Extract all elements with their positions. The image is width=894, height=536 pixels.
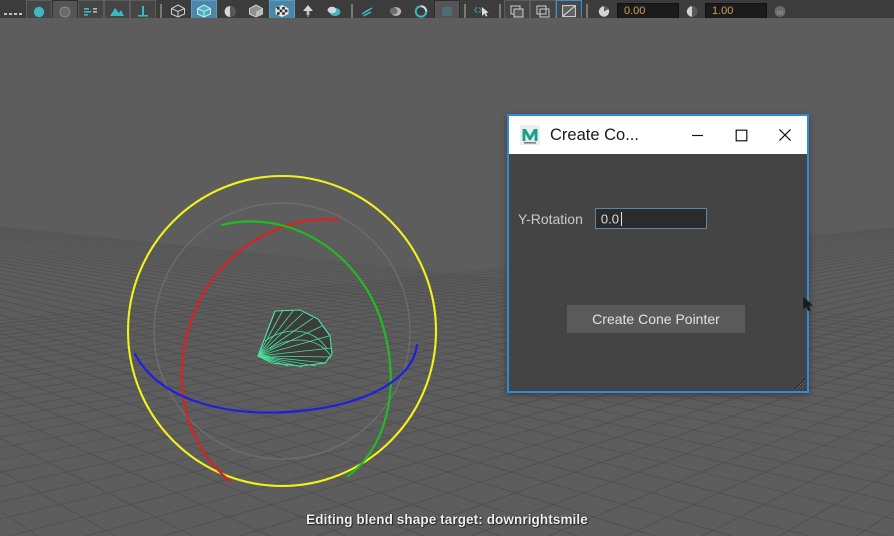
flat-shade-button[interactable]: [243, 0, 269, 18]
shadows-button[interactable]: [321, 0, 347, 18]
exposure-dial-icon: [598, 6, 610, 17]
smooth-shade-all-button[interactable]: [191, 0, 217, 18]
separator-1: [156, 0, 165, 18]
gamma-dial-button[interactable]: [679, 0, 705, 18]
minimize-button[interactable]: [675, 116, 719, 154]
render-settings-button[interactable]: [52, 0, 78, 18]
display-layer-button[interactable]: [530, 0, 556, 18]
exposure-dial-button[interactable]: [591, 0, 617, 18]
shade-selected-button[interactable]: [217, 0, 243, 18]
motion-blur-icon: [361, 7, 373, 17]
resize-grip-icon[interactable]: [792, 376, 806, 390]
hypershade-button[interactable]: [78, 0, 104, 18]
y-rotation-input[interactable]: 0.0: [594, 208, 707, 229]
grid-toggle-icon: [562, 5, 576, 18]
lighting-button[interactable]: [295, 0, 321, 18]
anti-alias-icon: [414, 5, 428, 18]
wireframe-shading-button[interactable]: [165, 0, 191, 18]
viewport-preset-button[interactable]: [434, 0, 460, 18]
motion-blur-button[interactable]: [356, 0, 382, 18]
dialog-title-bar[interactable]: Create Co...: [509, 116, 807, 154]
minimize-icon: [691, 134, 703, 136]
lighting-icon: [303, 5, 313, 17]
create-cone-pointer-dialog[interactable]: Create Co... Y-Rotation 0.0 Create Cone …: [507, 114, 809, 393]
render-view-icon: [110, 8, 124, 16]
close-button[interactable]: [763, 116, 807, 154]
shade-selected-icon: [224, 6, 236, 17]
wireframe-shading-icon: [171, 4, 185, 18]
hypershade-icon: [84, 8, 97, 16]
dialog-body: Y-Rotation 0.0 Create Cone Pointer: [509, 154, 807, 391]
y-rotation-value: 0.0: [600, 211, 619, 226]
sphere-render-icon: [33, 6, 45, 18]
ipr-render-button[interactable]: [130, 0, 156, 18]
close-icon: [778, 128, 792, 142]
separator-3: [460, 0, 469, 18]
viewport-preset-icon: [442, 7, 452, 16]
separator-4: [495, 0, 504, 18]
grid-toggle-button[interactable]: [556, 0, 582, 18]
ambient-occlusion-button[interactable]: [382, 0, 408, 18]
xray-select-button[interactable]: [469, 0, 495, 18]
viewport-toolbar[interactable]: 0.00 1.00 on: [0, 0, 894, 18]
isolate-select-button[interactable]: [504, 0, 530, 18]
color-management-icon: on: [774, 6, 786, 17]
ipr-render-icon: [138, 6, 148, 17]
maya-logo-icon: [519, 124, 541, 146]
separator-5: [582, 0, 591, 18]
dashed-line-icon: [4, 13, 22, 15]
create-cone-pointer-button[interactable]: Create Cone Pointer: [567, 305, 745, 333]
svg-text:on: on: [777, 10, 784, 16]
separator-2: [347, 0, 356, 18]
gamma-dial-icon: [686, 6, 698, 17]
dialog-title: Create Co...: [550, 125, 639, 144]
textured-shading-icon: [275, 5, 289, 17]
isolate-select-icon: [510, 5, 524, 18]
numeric-field-left[interactable]: 0.00: [617, 3, 679, 18]
sphere-render-button[interactable]: [26, 0, 52, 18]
color-management-button[interactable]: on: [767, 0, 793, 18]
anti-alias-button[interactable]: [408, 0, 434, 18]
ambient-occlusion-icon: [389, 7, 402, 16]
maximize-icon: [735, 129, 747, 141]
y-rotation-label: Y-Rotation: [518, 210, 583, 227]
y-rotation-row: Y-Rotation 0.0: [518, 208, 707, 229]
numeric-field-right[interactable]: 1.00: [705, 3, 767, 18]
xray-select-icon: [474, 7, 489, 17]
textured-shading-button[interactable]: [269, 0, 295, 18]
text-caret: [620, 212, 622, 226]
display-layer-icon: [536, 5, 550, 18]
render-settings-icon: [59, 6, 71, 18]
flat-shade-icon: [249, 4, 263, 18]
render-view-button[interactable]: [104, 0, 130, 18]
shadows-icon: [327, 6, 341, 16]
dashed-line-button[interactable]: [0, 0, 26, 18]
maximize-button[interactable]: [719, 116, 763, 154]
smooth-shade-all-icon: [197, 4, 211, 18]
